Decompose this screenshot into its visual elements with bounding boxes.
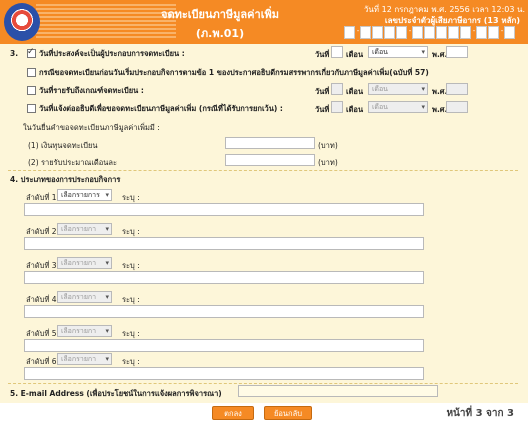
option-before-start-label: กรณีขอจดทะเบียนก่อนวันเริ่มประกอบกิจการต… xyxy=(39,68,429,77)
tax-id-digit xyxy=(460,26,471,39)
tax-id-digit xyxy=(384,26,395,39)
purpose-checkbox[interactable] xyxy=(27,47,36,58)
tax-id-digit xyxy=(436,26,447,39)
income-label: (2) รายรับประมาณเดือนละ xyxy=(28,158,118,167)
business-type-select-3[interactable]: เลือกรายกา xyxy=(57,257,112,269)
tax-id-digit xyxy=(476,26,487,39)
notify-day-input[interactable] xyxy=(331,101,343,113)
divider xyxy=(8,170,518,171)
ok-button[interactable]: ตกลง xyxy=(212,406,254,420)
income-day-label: วันที่ xyxy=(315,87,330,96)
option-income-threshold-checkbox[interactable] xyxy=(27,86,36,95)
income-day-input[interactable] xyxy=(331,83,343,95)
business-type-select-1[interactable]: เลือกรายการ xyxy=(57,189,112,201)
income-unit: (บาท) xyxy=(318,158,338,167)
back-button[interactable]: ย้อนกลับ xyxy=(264,406,312,420)
tax-id-digit xyxy=(448,26,459,39)
business-type-select-2[interactable]: เลือกรายกา xyxy=(57,223,112,235)
tax-id-digit xyxy=(488,26,499,39)
income-month-label: เดือน xyxy=(346,87,364,96)
tax-id-digit xyxy=(424,26,435,39)
email-label: 5. E-mail Address (เพื่อประโยชน์ในการแจ้… xyxy=(10,389,222,398)
capital-unit: (บาท) xyxy=(318,141,338,150)
business-desc-input-4[interactable] xyxy=(24,305,424,318)
option-notify-label: วันที่แจ้งต่ออธิบดีเพื่อขอจดทะเบียนภาษีม… xyxy=(39,104,283,113)
email-input[interactable] xyxy=(238,385,438,397)
purpose-month-select[interactable]: เดือน xyxy=(368,46,428,58)
income-month-select[interactable]: เดือน xyxy=(368,83,428,95)
income-year-input[interactable] xyxy=(446,83,468,95)
page-title: จดทะเบียนภาษีมูลค่าเพิ่ม xyxy=(161,8,279,21)
capital-input[interactable] xyxy=(225,137,315,149)
tax-id-digit xyxy=(360,26,371,39)
section-4-title: 4. ประเภทของการประกอบกิจการ xyxy=(10,175,121,184)
tax-id-digit xyxy=(344,26,355,39)
business-desc-input-6[interactable] xyxy=(24,367,424,380)
notify-month-select[interactable]: เดือน xyxy=(368,101,428,113)
notify-month-label: เดือน xyxy=(346,105,364,114)
business-type-select-4[interactable]: เลือกรายกา xyxy=(57,291,112,303)
business-type-select-5[interactable]: เลือกรายกา xyxy=(57,325,112,337)
revenue-department-logo xyxy=(4,3,40,41)
option-before-start-checkbox[interactable] xyxy=(27,68,36,77)
notify-day-label: วันที่ xyxy=(315,105,330,114)
notify-year-input[interactable] xyxy=(446,101,468,113)
purpose-label: วันที่ประสงค์จะเป็นผู้ประกอบการจดทะเบียน… xyxy=(39,49,185,58)
registration-date-label: ในวันยื่นคำขอจดทะเบียนภาษีมูลค่าเพิ่มมี … xyxy=(23,123,160,132)
purpose-month-label: เดือน xyxy=(346,50,364,59)
tax-id-digit xyxy=(412,26,423,39)
tax-id-digit xyxy=(504,26,515,39)
capital-label: (1) เงินทุนจดทะเบียน xyxy=(28,141,98,150)
purpose-day-label: วันที่ xyxy=(315,50,330,59)
section-3-number: 3. xyxy=(10,49,19,58)
option-income-threshold-label: วันที่รายรับถึงเกณฑ์จดทะเบียน : xyxy=(39,86,144,95)
form-code: (ภ.พ.01) xyxy=(195,27,245,40)
purpose-day-input[interactable] xyxy=(331,46,343,58)
divider xyxy=(8,383,518,384)
business-desc-input-5[interactable] xyxy=(24,339,424,352)
business-type-select-6[interactable]: เลือกรายกา xyxy=(57,353,112,365)
tax-id-digit xyxy=(396,26,407,39)
income-input[interactable] xyxy=(225,154,315,166)
business-desc-input-1[interactable] xyxy=(24,203,424,216)
tax-id-digit xyxy=(372,26,383,39)
option-notify-checkbox[interactable] xyxy=(27,104,36,113)
tax-id-boxes: - - - - xyxy=(344,26,520,39)
page-indicator: หน้าที่ 3 จาก 3 xyxy=(446,408,514,419)
business-desc-input-2[interactable] xyxy=(24,237,424,250)
business-desc-input-3[interactable] xyxy=(24,271,424,284)
purpose-year-input[interactable] xyxy=(446,46,468,58)
